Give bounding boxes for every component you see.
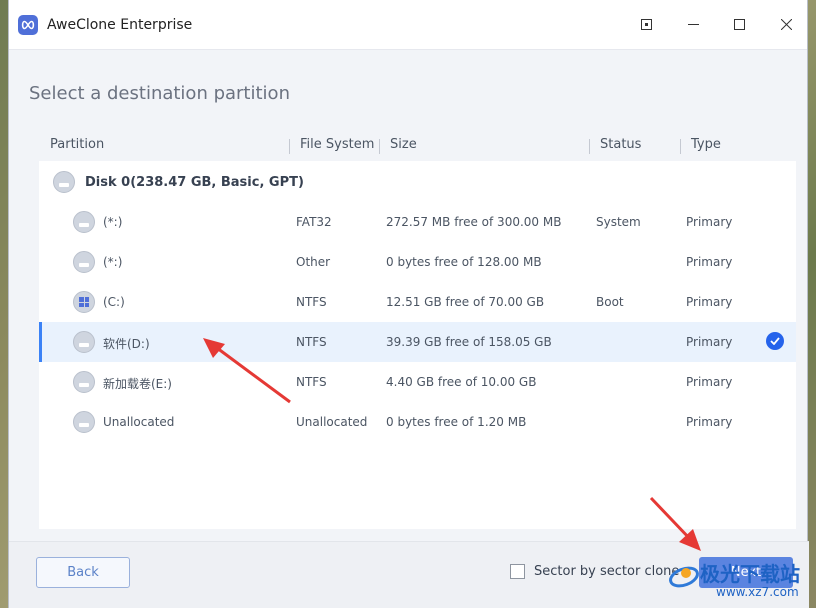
column-divider[interactable] bbox=[589, 139, 590, 154]
partition-name: (C:) bbox=[103, 295, 125, 309]
partition-name: (*:) bbox=[103, 215, 123, 229]
column-header-size[interactable]: Size bbox=[390, 137, 417, 152]
partition-type: Primary bbox=[686, 255, 733, 269]
partition-row[interactable]: (C:) NTFS 12.51 GB free of 70.00 GB Boot… bbox=[39, 282, 796, 322]
sector-clone-checkbox[interactable] bbox=[510, 564, 525, 579]
partition-type: Primary bbox=[686, 295, 733, 309]
column-divider[interactable] bbox=[289, 139, 290, 154]
partition-row[interactable]: (*:) FAT32 272.57 MB free of 300.00 MB S… bbox=[39, 202, 796, 242]
partition-row[interactable]: 新加载卷(E:) NTFS 4.40 GB free of 10.00 GB P… bbox=[39, 362, 796, 402]
watermark-url: www.xz7.com bbox=[716, 585, 799, 599]
partition-row[interactable]: Unallocated Unallocated 0 bytes free of … bbox=[39, 402, 796, 442]
partition-type: Primary bbox=[686, 375, 733, 389]
window-title: AweClone Enterprise bbox=[47, 17, 193, 33]
partition-type: Primary bbox=[686, 215, 733, 229]
column-header-status[interactable]: Status bbox=[600, 137, 641, 152]
watermark: 极光下载站 www.xz7.com bbox=[668, 553, 816, 608]
sector-by-sector-option[interactable]: Sector by sector clone bbox=[510, 564, 679, 579]
page-title: Select a destination partition bbox=[29, 83, 290, 104]
partition-status: System bbox=[596, 215, 641, 229]
disk-icon bbox=[73, 371, 95, 393]
disk-icon bbox=[73, 331, 95, 353]
partition-type: Primary bbox=[686, 335, 733, 349]
watermark-logo-icon bbox=[669, 566, 699, 588]
partition-name: (*:) bbox=[103, 255, 123, 269]
disk-row: Disk 0(238.47 GB, Basic, GPT) bbox=[39, 162, 796, 202]
maximize-icon[interactable] bbox=[727, 12, 751, 36]
partition-size: 0 bytes free of 1.20 MB bbox=[386, 415, 527, 429]
back-button[interactable]: Back bbox=[36, 557, 130, 588]
disk-label: Disk 0(238.47 GB, Basic, GPT) bbox=[85, 175, 304, 190]
disk-icon bbox=[73, 411, 95, 433]
partition-file-system: NTFS bbox=[296, 375, 327, 389]
disk-icon bbox=[53, 171, 75, 193]
partition-list: Disk 0(238.47 GB, Basic, GPT) (*:) FAT32… bbox=[39, 161, 796, 529]
partition-file-system: Other bbox=[296, 255, 331, 269]
partition-row-selected[interactable]: 软件(D:) NTFS 39.39 GB free of 158.05 GB P… bbox=[39, 322, 796, 362]
column-header-file-system[interactable]: File System bbox=[300, 137, 374, 152]
partition-file-system: NTFS bbox=[296, 295, 327, 309]
partition-size: 12.51 GB free of 70.00 GB bbox=[386, 295, 545, 309]
partition-file-system: Unallocated bbox=[296, 415, 368, 429]
partition-type: Primary bbox=[686, 415, 733, 429]
restore-window-icon[interactable] bbox=[634, 12, 658, 36]
partition-size: 4.40 GB free of 10.00 GB bbox=[386, 375, 537, 389]
disk-icon bbox=[73, 251, 95, 273]
table-header: Partition File System Size Status Type bbox=[39, 133, 796, 161]
title-bar: AweClone Enterprise bbox=[9, 0, 807, 50]
partition-name: Unallocated bbox=[103, 415, 175, 429]
partition-file-system: FAT32 bbox=[296, 215, 332, 229]
close-icon[interactable] bbox=[774, 12, 798, 36]
partition-size: 272.57 MB free of 300.00 MB bbox=[386, 215, 562, 229]
column-header-partition[interactable]: Partition bbox=[50, 137, 104, 152]
sector-clone-label: Sector by sector clone bbox=[534, 564, 680, 579]
partition-status: Boot bbox=[596, 295, 624, 309]
partition-size: 0 bytes free of 128.00 MB bbox=[386, 255, 542, 269]
app-window: AweClone Enterprise Select a destination… bbox=[8, 0, 809, 608]
partition-name: 软件(D:) bbox=[103, 337, 150, 351]
app-logo-icon bbox=[18, 15, 38, 35]
disk-icon bbox=[73, 211, 95, 233]
watermark-text: 极光下载站 bbox=[700, 562, 800, 586]
windows-disk-icon bbox=[73, 291, 95, 313]
partition-name: 新加载卷(E:) bbox=[103, 377, 172, 391]
partition-file-system: NTFS bbox=[296, 335, 327, 349]
minimize-icon[interactable] bbox=[681, 12, 705, 36]
partition-size: 39.39 GB free of 158.05 GB bbox=[386, 335, 552, 349]
column-divider[interactable] bbox=[680, 139, 681, 154]
selected-check-icon bbox=[766, 332, 784, 350]
partition-row[interactable]: (*:) Other 0 bytes free of 128.00 MB Pri… bbox=[39, 242, 796, 282]
column-header-type[interactable]: Type bbox=[691, 137, 721, 152]
column-divider[interactable] bbox=[379, 139, 380, 154]
